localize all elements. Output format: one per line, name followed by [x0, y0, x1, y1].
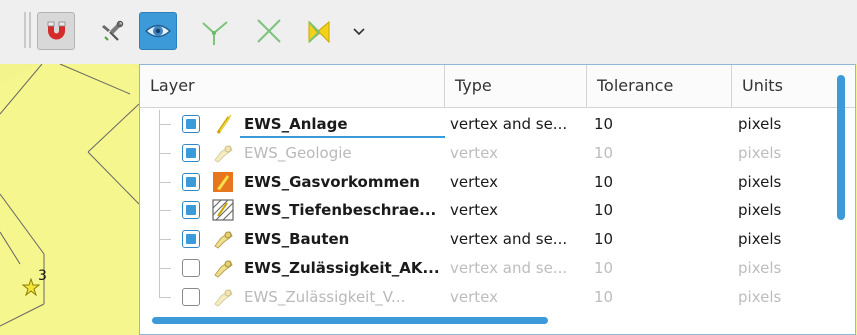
column-header-layer[interactable]: Layer	[140, 65, 444, 107]
layer-name: EWS_Geologie	[244, 143, 352, 162]
vertical-scrollbar[interactable]	[837, 75, 845, 220]
hatched-polygon-layer-icon	[212, 199, 234, 221]
snapping-type-cell[interactable]: vertex and se...	[450, 110, 567, 138]
snapping-type-cell[interactable]: vertex	[450, 139, 498, 167]
tree-branch-connector	[159, 210, 171, 212]
table-row[interactable]: EWS_Bauten vertex and se... 10 pixels	[140, 225, 828, 255]
horizontal-scrollbar[interactable]	[152, 317, 548, 324]
snapping-type-cell[interactable]: vertex	[450, 283, 498, 311]
self-snapping-button[interactable]	[300, 12, 338, 50]
tolerance-cell[interactable]: 10	[594, 168, 613, 196]
units-cell[interactable]: pixels	[738, 225, 781, 253]
point-label: 3	[38, 268, 47, 284]
tolerance-cell[interactable]: 10	[594, 254, 613, 282]
layer-name: EWS_Gasvorkommen	[244, 172, 420, 191]
tolerance-cell[interactable]: 10	[594, 110, 613, 138]
table-row[interactable]: EWS_Anlage vertex and se... 10 pixels	[140, 110, 828, 139]
layer-name: EWS_Tiefenbeschrae...	[244, 201, 437, 220]
snapping-type-cell[interactable]: vertex	[450, 168, 498, 196]
polygon-layer-icon	[213, 171, 233, 192]
layer-name: EWS_Anlage	[244, 115, 348, 133]
topological-editing-button[interactable]	[195, 12, 233, 50]
snap-on-intersection-button[interactable]	[250, 12, 288, 50]
units-cell[interactable]: pixels	[738, 254, 781, 282]
snapping-toolbar	[0, 0, 857, 64]
layer-checkbox[interactable]	[182, 230, 200, 249]
tree-branch-connector	[159, 181, 171, 183]
selection-underline	[240, 136, 445, 138]
tolerance-cell[interactable]: 10	[594, 225, 613, 253]
tree-branch-connector	[159, 296, 171, 298]
point-layer-icon	[214, 260, 233, 278]
magnet-icon	[47, 21, 66, 40]
layer-checkbox[interactable]	[182, 143, 200, 162]
table-row[interactable]: EWS_Zulässigkeit_AK... vertex and se... 10…	[140, 254, 828, 283]
units-cell[interactable]: pixels	[738, 168, 781, 196]
snapping-settings-icon	[102, 20, 124, 41]
layer-checkbox[interactable]	[182, 259, 200, 277]
tree-branch-line	[159, 282, 160, 297]
tree-branch-connector	[159, 152, 171, 154]
units-cell[interactable]: pixels	[738, 110, 781, 138]
toolbar-grip-second[interactable]	[29, 12, 31, 48]
units-cell[interactable]: pixels	[738, 196, 781, 224]
intersection-icon	[257, 19, 281, 43]
table-row[interactable]: EWS_Gasvorkommen vertex 10 pixels	[140, 167, 828, 197]
layer-checkbox[interactable]	[182, 287, 200, 306]
topological-editing-icon	[202, 21, 228, 45]
line-layer-icon	[216, 114, 232, 134]
toolbar-grip[interactable]	[24, 12, 26, 48]
tolerance-cell[interactable]: 10	[594, 139, 613, 167]
snapping-type-cell[interactable]: vertex and se...	[450, 254, 567, 282]
table-row[interactable]: EWS_Zulässigkeit_V... vertex 10 pixels	[140, 282, 828, 311]
advanced-snapping-button[interactable]	[94, 12, 132, 50]
tolerance-cell[interactable]: 10	[594, 283, 613, 311]
tree-branch-connector	[159, 124, 171, 125]
column-header-tolerance[interactable]: Tolerance	[586, 65, 731, 107]
layer-name: EWS_Bauten	[244, 230, 350, 249]
layer-checkbox[interactable]	[182, 172, 200, 191]
table-row[interactable]: EWS_Tiefenbeschrae... vertex 10 pixels	[140, 196, 828, 226]
units-cell[interactable]: pixels	[738, 283, 781, 311]
table-row[interactable]: EWS_Geologie vertex 10 pixels	[140, 138, 828, 168]
self-snapping-icon	[308, 20, 330, 44]
tolerance-cell[interactable]: 10	[594, 196, 613, 224]
layer-visibility-button[interactable]	[139, 12, 177, 50]
snapping-type-cell[interactable]: vertex	[450, 196, 498, 224]
layer-checkbox[interactable]	[182, 201, 200, 220]
snapping-type-cell[interactable]: vertex and se...	[450, 225, 567, 253]
eye-icon	[144, 24, 172, 38]
snapping-toggle-button[interactable]	[37, 12, 75, 50]
layer-snapping-panel: Layer Type Tolerance Units EWS_Anlagever…	[139, 64, 856, 335]
layer-name: EWS_Zulässigkeit_V...	[244, 287, 406, 306]
point-layer-icon	[214, 231, 233, 249]
chevron-down-icon[interactable]	[350, 22, 368, 40]
tree-branch-connector	[159, 268, 171, 269]
point-layer-icon	[214, 289, 233, 307]
units-cell[interactable]: pixels	[738, 139, 781, 167]
column-header-type[interactable]: Type	[444, 65, 586, 107]
column-header-units[interactable]: Units	[731, 65, 827, 107]
table-header: Layer Type Tolerance Units	[140, 65, 855, 108]
layer-name: EWS_Zulässigkeit_AK...	[244, 259, 440, 277]
point-layer-icon	[214, 145, 233, 163]
tree-branch-connector	[159, 239, 171, 241]
layer-checkbox[interactable]	[182, 115, 200, 133]
